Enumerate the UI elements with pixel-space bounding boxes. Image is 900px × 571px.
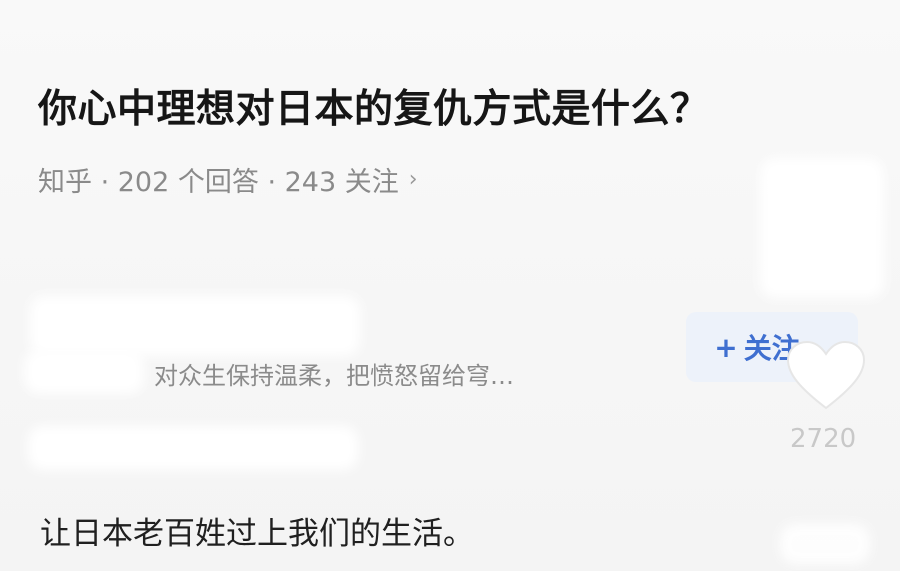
redacted-area: [760, 158, 884, 298]
like-count: 2720: [790, 424, 857, 454]
redacted-timestamp: [28, 426, 358, 470]
question-stats: 知乎 · 202 个回答 · 243 关注: [38, 167, 399, 198]
question-title[interactable]: 你心中理想对日本的复仇方式是什么？: [38, 78, 710, 134]
redacted-avatar: [24, 350, 144, 394]
answer-text: 让日本老百姓过上我们的生活。: [40, 516, 474, 552]
plus-icon: +: [714, 330, 738, 364]
zhihu-answer-screenshot: 你心中理想对日本的复仇方式是什么？ 知乎 · 202 个回答 · 243 关注 …: [0, 0, 900, 571]
redacted-overlay: [780, 524, 870, 564]
chevron-right-icon: ›: [408, 167, 418, 192]
redacted-username: [30, 296, 360, 356]
heart-icon[interactable]: [786, 340, 866, 412]
question-meta[interactable]: 知乎 · 202 个回答 · 243 关注 ›: [38, 160, 418, 199]
author-bio: 对众生保持温柔，把愤怒留给穹…: [154, 362, 514, 390]
like-widget[interactable]: 2720: [786, 340, 866, 460]
